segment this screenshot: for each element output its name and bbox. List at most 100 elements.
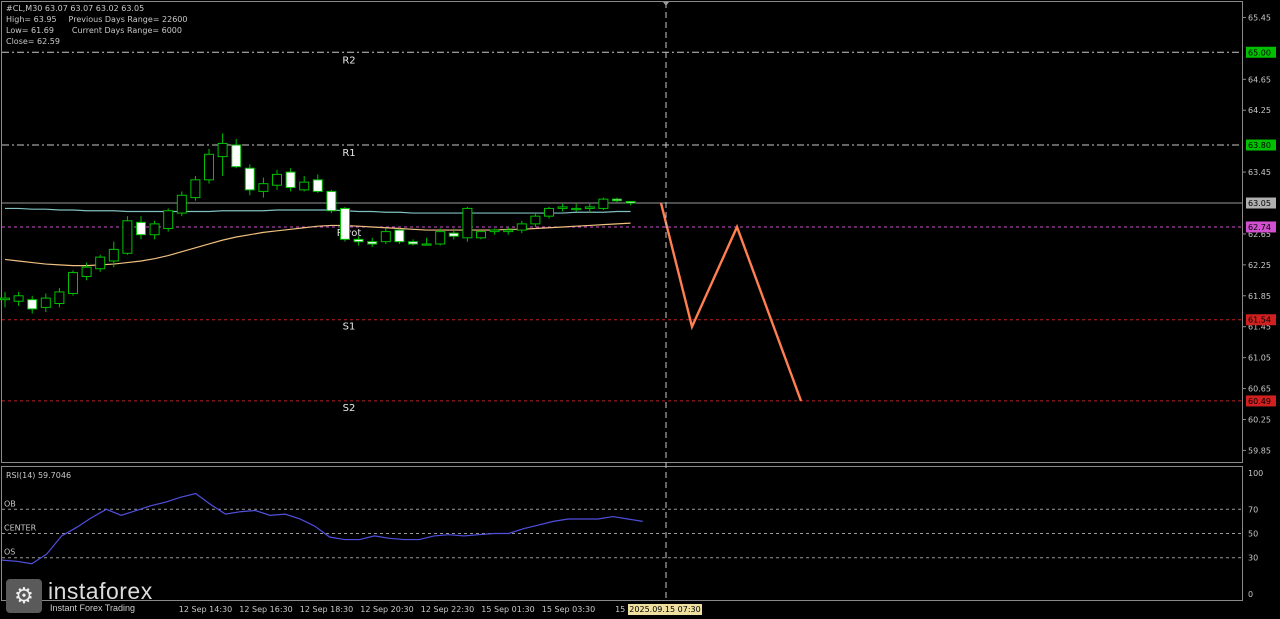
candle-body — [353, 238, 364, 243]
price-chart[interactable]: R2R1PivotS1S2 OBCENTEROS 65.4564.6564.25… — [0, 0, 1280, 619]
x-tick-label: 12 Sep 20:30 — [360, 605, 413, 614]
candle-body — [625, 200, 636, 204]
rsi-y-tick-label: 30 — [1248, 554, 1258, 563]
candle-body — [231, 144, 242, 168]
candle-body — [81, 266, 92, 277]
gear-icon: ⚙ — [6, 579, 42, 613]
candle-body — [530, 215, 541, 225]
rsi-level-label-os: OS — [4, 548, 15, 557]
x-tick-label: 15 Sep 03:30 — [542, 605, 595, 614]
rsi-y-tick-label: 100 — [1248, 469, 1263, 478]
logo-name: instaforex — [48, 578, 153, 604]
brand-logo: ⚙ instaforex Instant Forex Trading — [6, 578, 153, 614]
candle-body — [163, 210, 174, 230]
prev-range: Previous Days Range= 22600 — [68, 15, 188, 24]
level-label-r1: R1 — [342, 148, 355, 159]
x-tick-label: 12 Sep 16:30 — [239, 605, 292, 614]
y-tick-label: 61.85 — [1248, 292, 1271, 301]
rsi-y-tick-label: 70 — [1248, 505, 1258, 514]
low-value: Low= 61.69 — [6, 26, 54, 35]
candle-body — [326, 190, 337, 212]
candle-body — [122, 220, 133, 254]
candle-body — [40, 297, 51, 308]
x-tick-label: 12 Sep 14:30 — [179, 605, 232, 614]
candle-body — [571, 207, 582, 211]
price-badge-label: 61.54 — [1248, 316, 1271, 325]
candle-body — [584, 206, 595, 209]
candle-body — [299, 181, 310, 191]
chart-info-panel: #CL,M30 63.07 63.07 63.02 63.05 High= 63… — [6, 3, 187, 47]
candle-body — [476, 231, 486, 239]
candle-body — [176, 194, 187, 214]
level-label-s2: S2 — [343, 403, 356, 414]
candle-body — [380, 231, 391, 243]
y-tick-label: 60.25 — [1248, 415, 1271, 424]
y-tick-label: 61.05 — [1248, 354, 1271, 363]
candle-body — [598, 198, 609, 209]
candle-body — [190, 179, 201, 199]
price-badge-label: 62.74 — [1248, 223, 1271, 232]
rsi-level-label-ob: OB — [4, 499, 16, 508]
candle-body — [408, 241, 418, 245]
candle-body — [68, 272, 78, 294]
x-tick-label: 12 Sep 18:30 — [300, 605, 353, 614]
candle-body — [312, 179, 323, 192]
candle-body — [204, 153, 214, 181]
time-badge-label: 2025.09.15 07:30 — [629, 605, 700, 614]
candle-body — [462, 207, 473, 239]
candle-body — [54, 291, 65, 305]
candle-body — [258, 183, 269, 192]
cursor-marker-icon — [663, 2, 669, 6]
candle-body — [340, 207, 350, 240]
y-tick-label: 65.45 — [1248, 13, 1271, 22]
candle-body — [285, 171, 296, 189]
price-badge-label: 63.80 — [1248, 141, 1271, 150]
candle-body — [435, 231, 446, 245]
candle-body — [489, 229, 500, 233]
logo-tagline: Instant Forex Trading — [50, 603, 136, 613]
candle-body — [13, 295, 24, 302]
close-value: Close= 62.59 — [6, 37, 60, 46]
level-label-r2: R2 — [342, 55, 355, 66]
ma-fast-line — [5, 207, 631, 214]
candle-body — [95, 256, 106, 270]
candle-body — [136, 221, 146, 236]
rsi-title: RSI(14) 59.7046 — [6, 471, 72, 480]
main-pane-frame — [1, 1, 1243, 463]
rsi-level-label-center: CENTER — [4, 524, 37, 533]
symbol-line: #CL,M30 63.07 63.07 63.02 63.05 — [6, 4, 145, 13]
rsi-line — [1, 492, 643, 565]
candle-body — [367, 241, 378, 245]
candle-body — [557, 206, 568, 209]
candle-body — [448, 232, 459, 237]
candle-body — [544, 207, 554, 217]
x-tick-label: 12 Sep 22:30 — [421, 605, 474, 614]
curr-range: Current Days Range= 6000 — [71, 26, 182, 35]
forecast-line — [659, 202, 803, 402]
y-tick-label: 63.45 — [1248, 168, 1271, 177]
candle-body — [272, 173, 282, 186]
y-tick-label: 64.25 — [1248, 106, 1271, 115]
price-badge-label: 65.00 — [1248, 48, 1271, 57]
rsi-y-tick-label: 50 — [1248, 530, 1258, 539]
candle-body — [394, 229, 405, 243]
level-label-s1: S1 — [343, 322, 356, 333]
candle-body — [244, 167, 255, 191]
y-tick-label: 62.25 — [1248, 261, 1271, 270]
candle-body — [612, 198, 622, 202]
high-value: High= 63.95 — [6, 15, 57, 24]
rsi-y-tick-label: 0 — [1248, 590, 1253, 599]
candle-body — [421, 243, 432, 246]
candle-body — [503, 229, 514, 233]
candle-body — [516, 223, 527, 231]
price-badge-label: 63.05 — [1248, 199, 1271, 208]
candle-body — [0, 297, 10, 301]
y-tick-label: 64.65 — [1248, 75, 1271, 84]
y-tick-label: 59.85 — [1248, 446, 1271, 455]
candle-body — [217, 142, 228, 158]
candle-body — [108, 248, 119, 262]
candle-body — [149, 223, 160, 236]
candle-body — [27, 299, 38, 310]
x-tick-label: 15 Sep 01:30 — [481, 605, 534, 614]
y-tick-label: 60.65 — [1248, 385, 1271, 394]
